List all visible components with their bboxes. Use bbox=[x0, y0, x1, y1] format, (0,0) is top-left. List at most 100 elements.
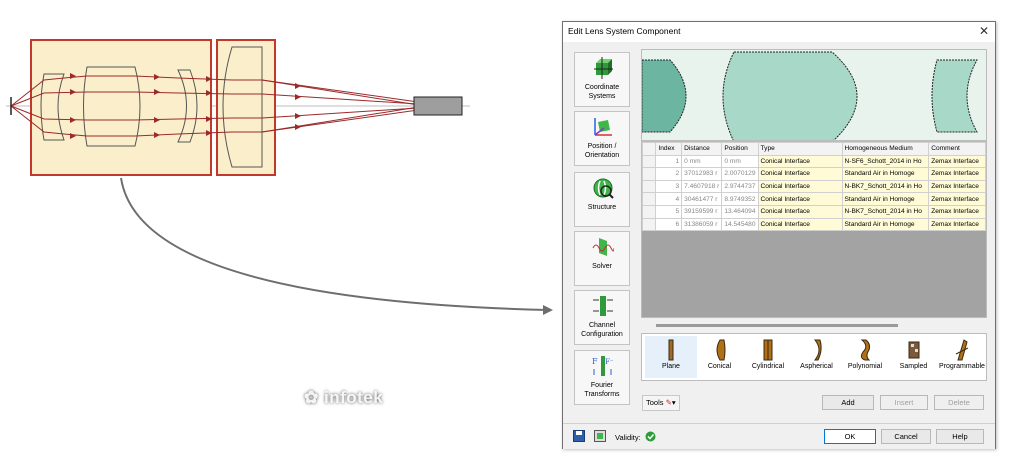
cancel-button[interactable]: Cancel bbox=[881, 429, 931, 444]
aspherical-surface-icon bbox=[813, 339, 822, 361]
cell-distance[interactable]: 30461477 r bbox=[681, 192, 723, 206]
palette-item-cylindrical[interactable]: Cylindrical bbox=[742, 336, 794, 378]
table-row[interactable]: 3 7.4607918 r 2.9744737 Conical Interface N-… bbox=[641, 179, 986, 194]
cell-type[interactable]: Conical Interface bbox=[757, 217, 843, 232]
cell-position[interactable]: 8.9749352 bbox=[721, 192, 759, 206]
palette-item-programmable[interactable]: Programmable bbox=[936, 336, 988, 378]
cell-type[interactable]: Conical Interface bbox=[757, 179, 843, 194]
cell-position[interactable]: 14.545480 bbox=[721, 217, 759, 232]
dialog-footer: Validity: OK Cancel Help bbox=[563, 423, 995, 449]
sidebar-item-coordinate-systems[interactable]: Coordinate Systems bbox=[574, 52, 630, 107]
cell-position[interactable]: 0 mm bbox=[721, 154, 759, 169]
cell-index[interactable]: 5 bbox=[655, 204, 683, 219]
programmable-surface-icon bbox=[955, 339, 969, 361]
insert-button[interactable]: Insert bbox=[880, 395, 928, 410]
cell-distance[interactable]: 37012983 r bbox=[681, 167, 723, 181]
cell-comment[interactable]: Zemax Interface bbox=[928, 179, 986, 194]
watermark-logo-icon: ✿ bbox=[304, 388, 324, 407]
cell-medium[interactable]: Standard Air in Homoge bbox=[841, 192, 930, 206]
cell-medium[interactable]: N-SF6_Schott_2014 in Ho bbox=[841, 154, 930, 169]
cell-position[interactable]: 2.9744737 bbox=[721, 179, 759, 194]
cell-comment[interactable]: Zemax Interface bbox=[928, 204, 986, 219]
surface-table: Index Distance Position Type Homogeneous… bbox=[641, 142, 986, 232]
svg-text:F⁻¹: F⁻¹ bbox=[605, 358, 614, 366]
table-row[interactable]: 10 mm 0 mm Conical Interface N-SF6_Schott_2… bbox=[641, 154, 986, 169]
delete-button[interactable]: Delete bbox=[934, 395, 984, 410]
cylindrical-surface-icon bbox=[763, 339, 773, 361]
cell-distance[interactable]: 0 mm bbox=[681, 154, 723, 169]
col-header-index[interactable]: Index bbox=[655, 142, 683, 156]
help-button[interactable]: Help bbox=[936, 429, 984, 444]
cell-index[interactable]: 2 bbox=[655, 167, 683, 181]
sidebar-item-solver[interactable]: Solver bbox=[574, 231, 630, 286]
dialog-title: Edit Lens System Component bbox=[568, 26, 681, 36]
palette-item-aspherical[interactable]: Aspherical bbox=[791, 336, 843, 378]
horizontal-scrollbar[interactable] bbox=[656, 324, 898, 327]
validity-label: Validity: bbox=[615, 433, 641, 442]
tools-button[interactable]: Tools ✎▾ bbox=[642, 395, 680, 411]
sidebar-item-label: Structure bbox=[587, 204, 617, 211]
sidebar-item-structure[interactable]: Structure bbox=[574, 172, 630, 227]
sidebar-item-label: Channel Configuration bbox=[581, 322, 623, 338]
cell-comment[interactable]: Zemax Interface bbox=[928, 167, 986, 181]
sidebar-item-channel-configuration[interactable]: Channel Configuration bbox=[574, 290, 630, 345]
cell-type[interactable]: Conical Interface bbox=[757, 204, 843, 219]
cell-type[interactable]: Conical Interface bbox=[757, 167, 843, 181]
lens-element-4 bbox=[222, 46, 263, 168]
watermark-text: infotek bbox=[323, 388, 384, 407]
add-button[interactable]: Add bbox=[822, 395, 874, 410]
conical-surface-icon bbox=[716, 339, 725, 361]
plane-surface-icon bbox=[668, 339, 674, 361]
sidebar-item-fourier-transforms[interactable]: F F⁻¹ Fourier Transforms bbox=[574, 350, 630, 405]
table-row[interactable]: 5 39159599 r 13.464094 Conical Interface N-B… bbox=[641, 204, 986, 219]
cell-type[interactable]: Conical Interface bbox=[757, 154, 843, 169]
cell-position[interactable]: 2.0070129 bbox=[721, 167, 759, 181]
cell-distance[interactable]: 31386059 r bbox=[681, 217, 723, 232]
cell-index[interactable]: 3 bbox=[655, 179, 683, 194]
ok-button[interactable]: OK bbox=[824, 429, 876, 444]
surface-palette: Plane Conical Cylindrical Aspherical Polynom… bbox=[641, 333, 987, 381]
cell-medium[interactable]: Standard Air in Homoge bbox=[841, 217, 930, 232]
validity-check-icon bbox=[645, 431, 656, 442]
cell-distance[interactable]: 7.4607918 r bbox=[681, 179, 723, 194]
structure-icon bbox=[593, 178, 614, 199]
col-header-comment[interactable]: Comment bbox=[928, 142, 986, 156]
palette-item-label: Sampled bbox=[899, 363, 928, 370]
catalog-icon[interactable] bbox=[594, 430, 606, 442]
cell-comment[interactable]: Zemax Interface bbox=[928, 192, 986, 206]
palette-item-sampled[interactable]: Sampled bbox=[888, 336, 940, 378]
sidebar-item-position-orientation[interactable]: Position / Orientation bbox=[574, 111, 630, 166]
table-row[interactable]: 6 31386059 r 14.545480 Conical Interface Sta… bbox=[641, 217, 986, 232]
cell-medium[interactable]: N-BK7_Schott_2014 in Ho bbox=[841, 204, 930, 219]
palette-item-label: Plane bbox=[662, 363, 680, 370]
col-header-distance[interactable]: Distance bbox=[681, 142, 723, 156]
palette-item-plane[interactable]: Plane bbox=[645, 336, 697, 378]
col-header-position[interactable]: Position bbox=[721, 142, 759, 156]
palette-item-label: Cylindrical bbox=[751, 363, 785, 370]
cell-medium[interactable]: Standard Air in Homoge bbox=[841, 167, 930, 181]
save-icon[interactable] bbox=[573, 430, 585, 442]
cell-index[interactable]: 1 bbox=[655, 154, 683, 169]
cell-index[interactable]: 6 bbox=[655, 217, 683, 232]
edit-lens-dialog: Edit Lens System Component ✕ Coordinate … bbox=[562, 21, 996, 449]
table-row[interactable]: 2 37012983 r 2.0070129 Conical Interface Sta… bbox=[641, 167, 986, 181]
pointer-arrow-head bbox=[543, 305, 553, 315]
table-row[interactable]: 4 30461477 r 8.9749352 Conical Interface Sta… bbox=[641, 192, 986, 206]
table-header-row: Index Distance Position Type Homogeneous… bbox=[641, 142, 986, 156]
cell-type[interactable]: Conical Interface bbox=[757, 192, 843, 206]
cell-comment[interactable]: Zemax Interface bbox=[928, 217, 986, 232]
row-header bbox=[641, 217, 657, 232]
coordinate-systems-icon bbox=[594, 57, 613, 79]
cell-index[interactable]: 4 bbox=[655, 192, 683, 206]
detector-block bbox=[413, 96, 463, 116]
col-header-type[interactable]: Type bbox=[757, 142, 843, 156]
cell-distance[interactable]: 39159599 r bbox=[681, 204, 723, 219]
lens-preview-drawing bbox=[642, 51, 978, 140]
palette-item-polynomial[interactable]: Polynomial bbox=[839, 336, 891, 378]
cell-comment[interactable]: Zemax Interface bbox=[928, 154, 986, 169]
palette-item-conical[interactable]: Conical bbox=[694, 336, 746, 378]
col-header-medium[interactable]: Homogeneous Medium bbox=[841, 142, 930, 156]
cell-medium[interactable]: N-BK7_Schott_2014 in Ho bbox=[841, 179, 930, 194]
cell-position[interactable]: 13.464094 bbox=[721, 204, 759, 219]
close-icon[interactable]: ✕ bbox=[979, 24, 989, 38]
